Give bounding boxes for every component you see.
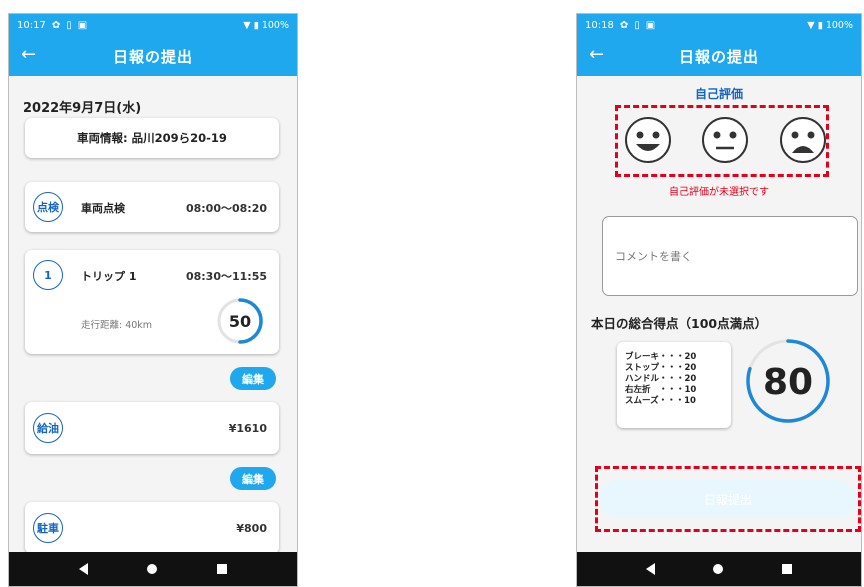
trip-time: 08:30〜11:55 (185, 270, 267, 283)
wifi-icon: ▼ (243, 19, 251, 31)
nav-back-icon[interactable] (646, 563, 656, 575)
nav-recent-icon[interactable] (217, 564, 228, 574)
breakdown-steering: ハンドル・・・20 (625, 374, 697, 384)
battery-level: 100% (825, 19, 853, 31)
parking-amount: ¥800 (236, 522, 267, 535)
trip-badge: 1 (33, 260, 63, 290)
neutral-face-icon[interactable] (700, 115, 750, 165)
back-arrow-icon[interactable]: ← (589, 44, 604, 66)
trip-card[interactable]: 1 トリップ 1 08:30〜11:55 走行距離: 40km 50 (25, 250, 279, 354)
trip-title: トリップ 1 (81, 270, 137, 283)
breakdown-turn: 右左折 ・・・10 (625, 385, 697, 395)
nav-home-icon[interactable] (713, 564, 724, 574)
nav-home-icon[interactable] (147, 564, 158, 574)
self-eval-label: 自己評価 (694, 87, 743, 101)
report-date: 2022年9月7日(水) (23, 101, 142, 116)
inspection-badge: 点検 (33, 192, 63, 222)
phone-screen-right: 10:18 ✿ ▯ ▣ ▼ ▮ 100% ← 日報の提出 自己評価 自己評価が未… (576, 13, 862, 587)
inspection-title: 車両点検 (81, 202, 125, 215)
breakdown-smooth: スムーズ・・・10 (625, 396, 696, 406)
back-arrow-icon[interactable]: ← (21, 44, 36, 66)
score-breakdown-card: ブレーキ・・・20 ストップ・・・20 ハンドル・・・20 右左折 ・・・10 … (617, 342, 731, 428)
status-time: 10:17 (17, 19, 46, 31)
status-time: 10:18 (585, 19, 614, 31)
wifi-icon: ▼ (807, 19, 815, 31)
parking-badge: 駐車 (33, 513, 63, 543)
status-bar: 10:18 ✿ ▯ ▣ ▼ ▮ 100% (577, 14, 861, 36)
sim-icon: ▯ (66, 19, 72, 31)
total-score-title: 本日の総合得点（100点満点） (591, 316, 768, 331)
trip-distance: 走行距離: 40km (81, 320, 153, 331)
gear-icon: ✿ (619, 19, 629, 31)
gear-icon: ✿ (51, 19, 61, 31)
happy-face-icon[interactable] (623, 115, 673, 165)
inspection-time: 08:00〜08:20 (185, 202, 267, 215)
image-icon: ▣ (645, 19, 656, 31)
inspection-card[interactable]: 点検 車両点検 08:00〜08:20 (25, 182, 279, 232)
edit-trip-button[interactable]: 編集 (230, 367, 276, 390)
submit-report-button[interactable]: 日報提出 (599, 480, 857, 518)
android-nav-bar (9, 552, 297, 586)
trip-score-gauge: 50 (217, 298, 263, 344)
total-score-gauge: 80 (746, 339, 830, 423)
fuel-badge: 給油 (33, 413, 63, 443)
page-title: 日報の提出 (112, 47, 193, 66)
phone-screen-left: 10:17 ✿ ▯ ▣ ▼ ▮ 100% ← 日報の提出 2022年9月7日(水… (8, 13, 298, 587)
breakdown-stop: ストップ・・・20 (625, 363, 697, 373)
nav-back-icon[interactable] (78, 563, 88, 575)
fuel-card[interactable]: 給油 ¥1610 (25, 402, 279, 454)
battery-icon: ▮ (817, 19, 823, 31)
battery-icon: ▮ (253, 19, 259, 31)
breakdown-brake: ブレーキ・・・20 (625, 352, 697, 362)
total-score-value: 80 (763, 362, 813, 403)
edit-fuel-button[interactable]: 編集 (230, 467, 276, 490)
vehicle-info-card[interactable]: 車両情報: 品川209ら20-19 (25, 118, 279, 158)
vehicle-info-text: 車両情報: 品川209ら20-19 (77, 131, 227, 145)
app-bar: ← 日報の提出 (577, 36, 861, 76)
app-bar: ← 日報の提出 (9, 36, 297, 76)
battery-level: 100% (261, 19, 289, 31)
trip-score-value: 50 (229, 312, 251, 331)
parking-card[interactable]: 駐車 ¥800 (25, 502, 279, 554)
android-nav-bar (577, 552, 861, 586)
self-eval-error: 自己評価が未選択です (669, 187, 769, 198)
page-title: 日報の提出 (678, 47, 759, 66)
sim-icon: ▯ (634, 19, 640, 31)
comment-input[interactable]: コメントを書く (602, 216, 858, 296)
sad-face-icon[interactable] (778, 115, 828, 165)
nav-recent-icon[interactable] (781, 564, 792, 574)
comment-placeholder: コメントを書く (615, 250, 692, 263)
fuel-amount: ¥1610 (228, 422, 267, 435)
status-bar: 10:17 ✿ ▯ ▣ ▼ ▮ 100% (9, 14, 297, 36)
image-icon: ▣ (77, 19, 88, 31)
